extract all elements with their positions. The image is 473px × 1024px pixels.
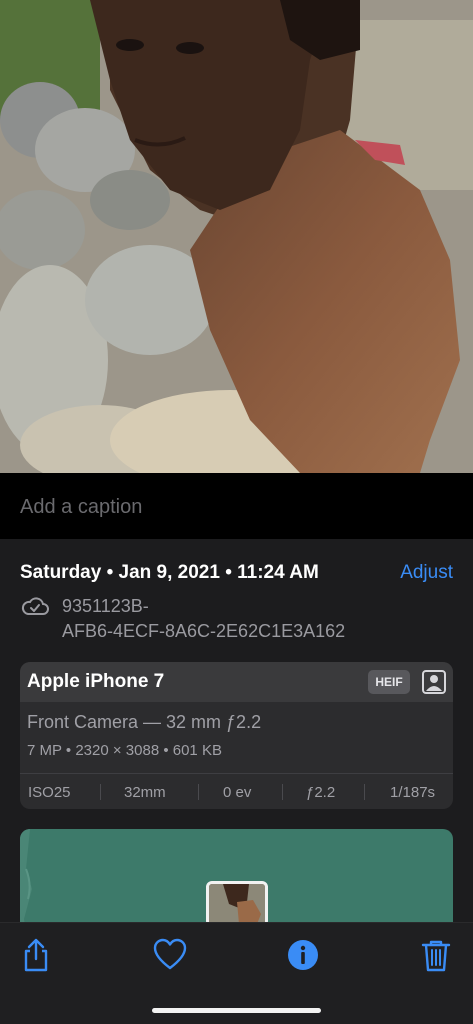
exif-iso: ISO25 (28, 784, 71, 801)
home-indicator (152, 1008, 321, 1013)
camera-card-header: Apple iPhone 7 HEIF (20, 662, 453, 702)
photo-thumbnail[interactable] (206, 881, 268, 927)
photo-view[interactable] (0, 0, 473, 473)
exif-divider (100, 784, 101, 800)
heart-icon[interactable] (152, 937, 188, 973)
file-name-line2: AFB6-4ECF-8A6C-2E62C1E3A162 (62, 621, 346, 641)
photo-image (0, 0, 473, 473)
date-row: Saturday • Jan 9, 2021 • 11:24 AM Adjust (20, 562, 453, 586)
cloud-check-icon (21, 597, 49, 615)
camera-card: Apple iPhone 7 HEIF Front Camera — 32 mm… (20, 662, 453, 809)
file-name-line1: 9351123B- (62, 596, 149, 616)
exif-shutter: 1/187s (390, 784, 436, 801)
exif-divider (198, 784, 199, 800)
bottom-toolbar (0, 922, 473, 1024)
info-icon[interactable] (285, 937, 321, 973)
exif-divider (282, 784, 283, 800)
exif-focal-length: 32mm (124, 784, 166, 801)
exif-exposure: 0 ev (223, 784, 252, 801)
lens-info: Front Camera — 32 mm ƒ2.2 (27, 712, 262, 732)
share-icon[interactable] (18, 937, 54, 973)
file-row: 9351123B- AFB6-4ECF-8A6C-2E62C1E3A162 (20, 594, 453, 644)
device-name: Apple iPhone 7 (27, 671, 165, 692)
portrait-icon[interactable] (421, 669, 447, 695)
photo-thumbnail-image (209, 884, 265, 924)
adjust-button[interactable]: Adjust (400, 562, 453, 584)
photo-date: Saturday • Jan 9, 2021 • 11:24 AM (20, 562, 319, 583)
caption-bar (0, 473, 473, 539)
caption-input[interactable] (20, 493, 453, 521)
exif-row: ISO25 32mm 0 ev ƒ2.2 1/187s (20, 773, 453, 809)
image-specs: 7 MP • 2320 × 3088 • 601 KB (27, 742, 222, 759)
exif-aperture: ƒ2.2 (306, 784, 336, 801)
file-name: 9351123B- AFB6-4ECF-8A6C-2E62C1E3A162 (62, 594, 422, 644)
exif-divider (364, 784, 365, 800)
format-badge: HEIF (368, 670, 410, 694)
trash-icon[interactable] (418, 937, 454, 973)
